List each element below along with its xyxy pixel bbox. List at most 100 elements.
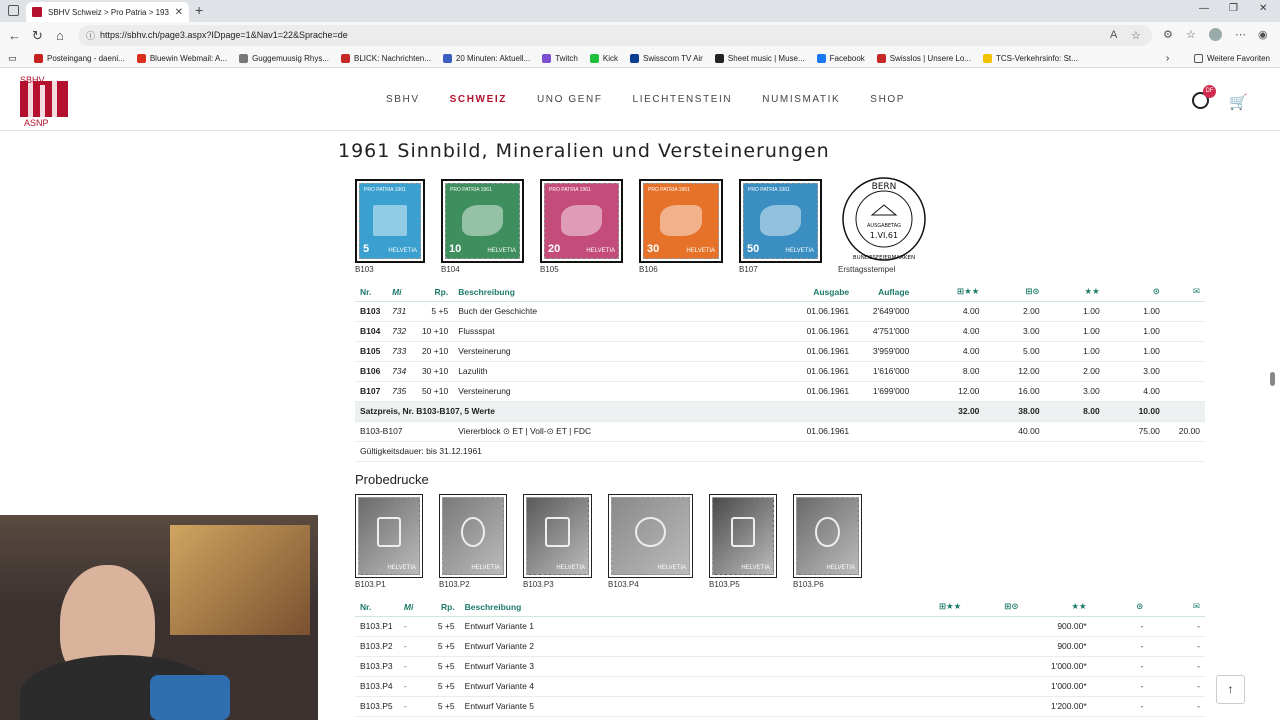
table-header[interactable]: Nr. (355, 598, 399, 617)
stamp-image-b105[interactable]: 20 HELVETIA PRO PATRIA 1961 (540, 179, 623, 263)
stamp-image-b103[interactable]: 5 HELVETIA PRO PATRIA 1961 (355, 179, 425, 263)
proof-image-b103-p3[interactable]: HELVETIA (523, 494, 592, 578)
fdc-postmark[interactable]: BERN AUSGABETAG 1.VI.61 BUNDESFEIERMARKE… (840, 175, 928, 263)
scroll-to-top-button[interactable]: ↑ (1216, 675, 1245, 704)
table-header[interactable]: Beschreibung (453, 283, 764, 302)
bookmark-favicon-icon (629, 54, 639, 63)
extensions-icon[interactable]: ⚙ (1163, 28, 1173, 41)
stamp-motif (561, 204, 602, 236)
table-cell: - (1148, 696, 1205, 717)
bookmark-item[interactable]: Bluewin Webmail: A... (136, 54, 227, 63)
nav-item-sbhv[interactable]: SBHV (386, 94, 420, 105)
table-cell (899, 696, 967, 717)
table-header[interactable]: ★★ (1044, 283, 1105, 302)
browser-tab[interactable]: SBHV Schweiz > Pro Patria > 193 ✕ (26, 2, 189, 22)
bookmark-item[interactable]: Twitch (542, 54, 578, 63)
stamp-image-b104[interactable]: 10 HELVETIA PRO PATRIA 1961 (441, 179, 524, 263)
bookmark-item[interactable]: 20 Minuten: Aktuell... (442, 54, 530, 63)
proof-image-b103-p1[interactable]: HELVETIA (355, 494, 423, 578)
read-aloud-icon[interactable]: A (1110, 29, 1117, 41)
proof-image-b103-p2[interactable]: HELVETIA (439, 494, 507, 578)
bookmark-label: Twitch (555, 54, 578, 63)
table-header[interactable]: ⊞★★ (899, 598, 967, 617)
profile-icon[interactable] (1209, 28, 1222, 41)
nav-item-schweiz[interactable]: SCHWEIZ (450, 94, 507, 105)
table-header[interactable]: Mi (398, 598, 421, 617)
stamp-image-b107[interactable]: 50 HELVETIA PRO PATRIA 1961 (739, 179, 822, 263)
table-cell (899, 656, 967, 677)
nav-item-numismatik[interactable]: NUMISMATIK (762, 94, 840, 105)
proof-image-b103-p4[interactable]: HELVETIA (608, 494, 693, 578)
table-header[interactable]: Ausgabe (763, 283, 855, 302)
bookmark-item[interactable]: Swisscom TV Air (629, 54, 703, 63)
close-window-icon[interactable]: ✕ (1259, 3, 1267, 14)
nav-item-liechtenstein[interactable]: LIECHTENSTEIN (633, 94, 733, 105)
bookmark-item[interactable]: Kick (589, 54, 618, 63)
table-row: B105 733 20 +10 Versteinerung 01.06.1961 3'95… (355, 341, 1205, 362)
table-header[interactable]: Auflage (854, 283, 915, 302)
table-header[interactable]: ★★ (1023, 598, 1092, 617)
bookmark-favicon-icon (589, 54, 599, 63)
proof-country: HELVETIA (556, 565, 585, 571)
tab-actions-icon[interactable] (8, 5, 19, 16)
table-header[interactable]: ⊞★★ (914, 283, 985, 302)
table-row: B107 735 50 +10 Versteinerung 01.06.1961 1'69… (355, 381, 1205, 402)
table-cell: 01.06.1961 (763, 361, 855, 382)
url-field[interactable]: ⓘ https://sbhv.ch/page3.aspx?IDpage=1&Na… (78, 25, 1152, 46)
bookmark-label: Guggemuusig Rhys... (252, 54, 329, 63)
proof-code-label: B103.P3 (523, 580, 554, 589)
reload-icon[interactable]: ↻ (32, 28, 43, 44)
site-info-icon[interactable]: ⓘ (86, 29, 95, 42)
nav-item-shop[interactable]: SHOP (870, 94, 905, 105)
bookmark-item[interactable]: BLICK: Nachrichten... (341, 54, 431, 63)
bookmark-item[interactable]: Posteingang - daeni... (34, 54, 125, 63)
bookmark-item[interactable]: TCS-Verkehrsinfo: St... (983, 54, 1078, 63)
minimize-icon[interactable]: — (1199, 3, 1209, 14)
bookmarks-bar: ▭ Posteingang - daeni... Bluewin Webmail:… (0, 50, 1280, 68)
proof-image-b103-p6[interactable]: HELVETIA (793, 494, 862, 578)
table-header[interactable]: ✉ (1148, 598, 1205, 617)
table-cell: Entwurf Variante 5 (459, 696, 900, 717)
table-header[interactable]: Nr. (355, 283, 388, 302)
bookmarks-more-icon[interactable]: › (1166, 53, 1169, 64)
table-cell: - (1091, 636, 1149, 657)
svg-text:BUNDESFEIERMARKEN: BUNDESFEIERMARKEN (853, 255, 915, 261)
sbhv-logo[interactable]: SBHV ASNP (18, 73, 73, 127)
table-cell: B103.P5 (355, 696, 399, 717)
close-tab-icon[interactable]: ✕ (175, 7, 183, 18)
stamp-image-b106[interactable]: 30 HELVETIA PRO PATRIA 1961 (639, 179, 723, 263)
bookmarks-toggle-icon[interactable]: ▭ (0, 53, 34, 64)
table-header[interactable]: ⊞⊙ (984, 283, 1045, 302)
bookmark-item[interactable]: Facebook (816, 54, 865, 63)
nav-item-uno-genf[interactable]: UNO GENF (537, 94, 603, 105)
other-favorites[interactable]: Weitere Favoriten (1194, 54, 1270, 63)
home-icon[interactable]: ⌂ (56, 28, 64, 43)
bookmark-item[interactable]: Swisslos | Unsere Lo... (876, 54, 971, 63)
table-cell: Entwurf Variante 4 (459, 676, 900, 697)
table-cell: 1.00 (1044, 301, 1105, 322)
favorites-icon[interactable]: ☆ (1186, 28, 1196, 41)
restore-icon[interactable]: ❐ (1229, 3, 1238, 14)
back-icon[interactable]: ← (8, 28, 21, 43)
table-header[interactable]: Beschreibung (459, 598, 900, 617)
proof-image-b103-p5[interactable]: HELVETIA (709, 494, 777, 578)
page-scrollbar[interactable] (1270, 372, 1275, 386)
table-header[interactable]: ⊙ (1091, 598, 1149, 617)
cart-icon[interactable]: 🛒 (1229, 93, 1248, 111)
table-cell: 01.06.1961 (763, 341, 855, 362)
proof-country: HELVETIA (741, 565, 770, 571)
bookmark-label: Swisscom TV Air (642, 54, 703, 63)
more-menu-icon[interactable]: ⋯ (1235, 28, 1246, 41)
table-header[interactable]: Rp. (413, 283, 454, 302)
copilot-icon[interactable]: ◉ (1258, 28, 1268, 41)
table-header[interactable]: Mi (387, 283, 414, 302)
table-cell: 3.00 (1044, 381, 1105, 402)
bookmark-item[interactable]: Guggemuusig Rhys... (239, 54, 329, 63)
bookmark-item[interactable]: Sheet music | Muse... (714, 54, 805, 63)
table-header[interactable]: ⊙ (1104, 283, 1165, 302)
table-header[interactable]: ✉ (1164, 283, 1205, 302)
favorite-star-icon[interactable]: ☆ (1131, 29, 1141, 42)
new-tab-icon[interactable]: + (195, 2, 203, 18)
table-header[interactable]: ⊞⊙ (966, 598, 1024, 617)
table-header[interactable]: Rp. (420, 598, 460, 617)
